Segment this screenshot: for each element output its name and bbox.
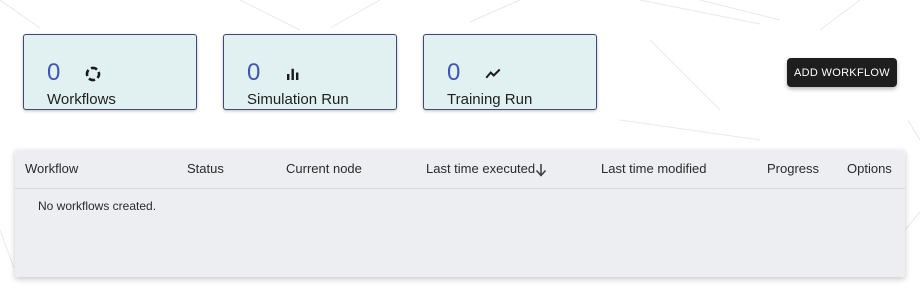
training-run-stat-card[interactable]: 0 Training Run [423, 34, 597, 110]
add-workflow-button[interactable]: ADD WORKFLOW [787, 58, 897, 87]
workflows-label: Workflows [47, 91, 116, 108]
column-header-current-node[interactable]: Current node [286, 161, 362, 177]
column-header-last-time-executed[interactable]: Last time executed [426, 161, 535, 177]
column-header-progress[interactable]: Progress [767, 161, 819, 177]
column-header-workflow[interactable]: Workflow [25, 161, 78, 177]
trending-line-icon [485, 68, 501, 79]
column-header-options[interactable]: Options [847, 161, 892, 177]
table-header: Workflow Status Current node Last time e… [15, 150, 905, 189]
empty-state-message: No workflows created. [38, 199, 157, 213]
simulation-run-label: Simulation Run [247, 91, 349, 108]
arrow-down-icon[interactable] [535, 163, 547, 177]
workflows-table: Workflow Status Current node Last time e… [15, 150, 905, 277]
simulation-run-stat-card[interactable]: 0 Simulation Run [223, 34, 397, 110]
simulation-run-count: 0 [247, 59, 261, 86]
workflows-count: 0 [47, 59, 61, 86]
training-run-count: 0 [447, 59, 461, 86]
spinner-ring-icon [85, 66, 101, 82]
training-run-label: Training Run [447, 91, 533, 108]
column-header-status[interactable]: Status [187, 161, 224, 177]
column-header-last-time-modified[interactable]: Last time modified [601, 161, 707, 177]
workflows-stat-card[interactable]: 0 Workflows [23, 34, 197, 110]
bar-chart-icon [287, 68, 299, 80]
